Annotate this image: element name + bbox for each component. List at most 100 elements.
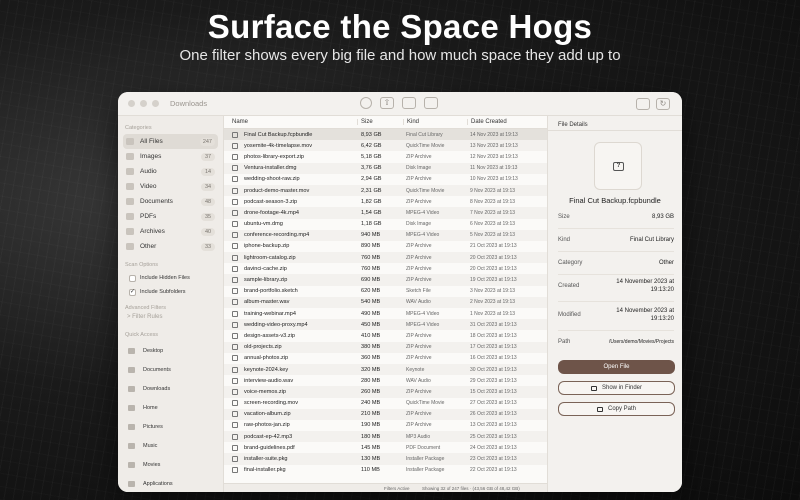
cell-name: brand-portfolio.sketch <box>224 288 357 295</box>
table-row[interactable]: design-assets-v3.zip 410 MB ZIP Archive 18 … <box>224 330 547 341</box>
table-row[interactable]: davinci-cache.zip 760 MB ZIP Archive 20 Oct… <box>224 263 547 274</box>
file-icon <box>232 198 238 205</box>
include-hidden-checkbox[interactable]: Include Hidden Files <box>123 271 218 285</box>
copy-path-button[interactable]: Copy Path <box>558 402 675 416</box>
table-row[interactable]: Ventura-installer.dmg 3,76 GB Disk Image 11… <box>224 162 547 174</box>
quick-access-movies[interactable]: Movies <box>123 455 218 474</box>
table-row[interactable]: sample-library.zip 690 MB ZIP Archive 19 Oc… <box>224 274 547 286</box>
table-row[interactable]: podcast-season-3.zip 1,82 GB ZIP Archive 8 … <box>224 196 547 207</box>
column-header-kind[interactable]: Kind <box>403 119 467 125</box>
quick-access-applications[interactable]: Applications <box>123 474 218 492</box>
column-header-size[interactable]: Size <box>357 119 403 125</box>
cell-name: drone-footage-4k.mp4 <box>224 209 357 216</box>
sidebar-item-audio[interactable]: Audio 14 <box>123 164 218 179</box>
table-row[interactable]: installer-suite.pkg 130 MB Installer Packa… <box>224 453 547 465</box>
quick-access-pictures[interactable]: Pictures <box>123 417 218 436</box>
table-row[interactable]: voice-memos.zip 260 MB ZIP Archive 15 Oct 2… <box>224 386 547 398</box>
audio-icon <box>126 168 134 175</box>
details-file-name: Final Cut Backup.fcpbundle <box>569 196 661 205</box>
sidebar-item-documents[interactable]: Documents 48 <box>123 194 218 209</box>
cell-size: 760 MB <box>361 254 381 261</box>
cell-name: wedding-video-proxy.mp4 <box>224 321 357 328</box>
column-header-date[interactable]: Date Created <box>467 119 547 125</box>
table-row[interactable]: podcast-ep-42.mp3 180 MB MP3 Audio 25 Oct 2… <box>224 431 547 443</box>
share-icon[interactable]: ⇧ <box>380 97 394 109</box>
show-in-finder-button[interactable]: Show in Finder <box>558 381 675 395</box>
quick-access-downloads[interactable]: Downloads <box>123 379 218 398</box>
quick-access-home[interactable]: Home <box>123 398 218 417</box>
sidebar-item-all-files[interactable]: All Files 247 <box>123 134 218 149</box>
quick-access-label: Downloads <box>143 385 171 392</box>
sidebar-item-video[interactable]: Video 34 <box>123 179 218 194</box>
inspector-toggle-icon[interactable] <box>424 97 438 109</box>
file-name: wedding-video-proxy.mp4 <box>244 321 308 328</box>
include-subfolders-checkbox[interactable]: ✓ Include Subfolders <box>123 285 218 299</box>
table-row[interactable]: old-projects.zip 380 MB ZIP Archive 17 Oct … <box>224 341 547 353</box>
table-row[interactable]: iphone-backup.zip 890 MB ZIP Archive 21 Oct… <box>224 241 547 252</box>
table-row[interactable]: final-installer.pkg 110 MB Installer Packa… <box>224 465 547 476</box>
cell-date: 7 Nov 2023 at 19:13 <box>470 209 516 216</box>
categories-header: Categories <box>125 125 152 131</box>
count-badge: 34 <box>201 182 215 191</box>
table-row[interactable]: drone-footage-4k.mp4 1,54 GB MPEG-4 Video 7… <box>224 207 547 219</box>
file-icon <box>232 456 238 463</box>
cell-size: 240 MB <box>361 400 381 407</box>
file-name: Ventura-installer.dmg <box>244 165 297 172</box>
table-row[interactable]: training-webinar.mp4 490 MB MPEG-4 Video 1 … <box>224 308 547 319</box>
table-row[interactable]: annual-photos.zip 360 MB ZIP Archive 16 Oct… <box>224 353 547 364</box>
cell-date: 20 Oct 2023 at 19:13 <box>470 254 517 261</box>
sidebar-toggle-icon[interactable] <box>402 97 416 109</box>
detail-label: Size <box>558 214 570 220</box>
table-row[interactable]: screen-recording.mov 240 MB QuickTime Movi… <box>224 398 547 409</box>
quick-access-music[interactable]: Music <box>123 436 218 455</box>
sidebar-item-images[interactable]: Images 37 <box>123 149 218 164</box>
folder-icon[interactable] <box>636 98 650 110</box>
table-row[interactable]: product-demo-master.mov 2,31 GB QuickTime … <box>224 184 547 197</box>
cell-kind: ZIP Archive <box>406 332 432 339</box>
table-row[interactable]: photos-library-export.zip 5,18 GB ZIP Arch… <box>224 151 547 162</box>
sidebar-item-archives[interactable]: Archives 40 <box>123 224 218 239</box>
archive-icon <box>126 228 134 235</box>
table-row[interactable]: interview-audio.wav 280 MB WAV Audio 29 Oct… <box>224 375 547 386</box>
cell-kind: WAV Audio <box>406 377 431 384</box>
close-window-button[interactable] <box>128 100 135 107</box>
filter-rules-disclosure[interactable]: > Filter Rules <box>123 314 218 326</box>
detail-label: Path <box>558 339 571 345</box>
quick-access-documents[interactable]: Documents <box>123 360 218 379</box>
table-row[interactable]: keynote-2024.key 320 MB Keynote 30 Oct 2023… <box>224 363 547 376</box>
column-header-name[interactable]: Name <box>224 119 357 125</box>
minimize-window-button[interactable] <box>140 100 147 107</box>
table-row[interactable]: brand-portfolio.sketch 620 MB Sketch File 3… <box>224 286 547 297</box>
zoom-window-button[interactable] <box>152 100 159 107</box>
sidebar-item-other[interactable]: Other 33 <box>123 239 218 254</box>
cell-date: 3 Nov 2023 at 19:13 <box>470 288 516 295</box>
open-file-button[interactable]: Open File <box>558 360 675 374</box>
cell-name: lightroom-catalog.zip <box>224 254 357 261</box>
file-icon <box>232 467 238 474</box>
table-row[interactable]: wedding-shoot-raw.zip 2,94 GB ZIP Archive 1… <box>224 174 547 185</box>
refresh-icon[interactable]: ↻ <box>656 98 670 110</box>
table-row[interactable]: raw-photos-jan.zip 190 MB ZIP Archive 13 Oc… <box>224 420 547 431</box>
table-row[interactable]: album-master.wav 540 MB WAV Audio 2 Nov 202… <box>224 296 547 308</box>
cell-date: 27 Oct 2023 at 19:13 <box>470 400 517 407</box>
table-row[interactable]: ubuntu-vm.dmg 1,18 GB Disk Image 6 Nov 2023… <box>224 219 547 230</box>
count-badge: 247 <box>199 137 215 146</box>
table-row[interactable]: vacation-album.zip 210 MB ZIP Archive 26 Oc… <box>224 408 547 420</box>
table-row[interactable]: lightroom-catalog.zip 760 MB ZIP Archive 20… <box>224 252 547 264</box>
scan-icon[interactable] <box>360 97 372 109</box>
sidebar-item-pdfs[interactable]: PDFs 35 <box>123 209 218 224</box>
sidebar-item-label: Archives <box>140 228 165 235</box>
cell-kind: Disk Image <box>406 221 432 228</box>
table-row[interactable]: wedding-video-proxy.mp4 450 MB MPEG-4 Vide… <box>224 319 547 331</box>
detail-value[interactable]: /Users/demo/Movies/Projects <box>609 338 674 346</box>
file-name: old-projects.zip <box>244 344 282 351</box>
file-name: podcast-ep-42.mp3 <box>244 433 293 440</box>
table-row[interactable]: Final Cut Backup.fcpbundle 8,93 GB Final C… <box>224 129 547 141</box>
cell-kind: ZIP Archive <box>406 422 432 429</box>
table-row[interactable]: yosemite-4k-timelapse.mov 6,42 GB QuickTim… <box>224 140 547 152</box>
quick-access-desktop[interactable]: Desktop <box>123 341 218 360</box>
video-icon <box>126 183 134 190</box>
table-row[interactable]: brand-guidelines.pdf 145 MB PDF Document 24… <box>224 442 547 453</box>
table-row[interactable]: conference-recording.mp4 940 MB MPEG-4 Vid… <box>224 229 547 241</box>
cell-date: 6 Nov 2023 at 19:13 <box>470 221 516 228</box>
